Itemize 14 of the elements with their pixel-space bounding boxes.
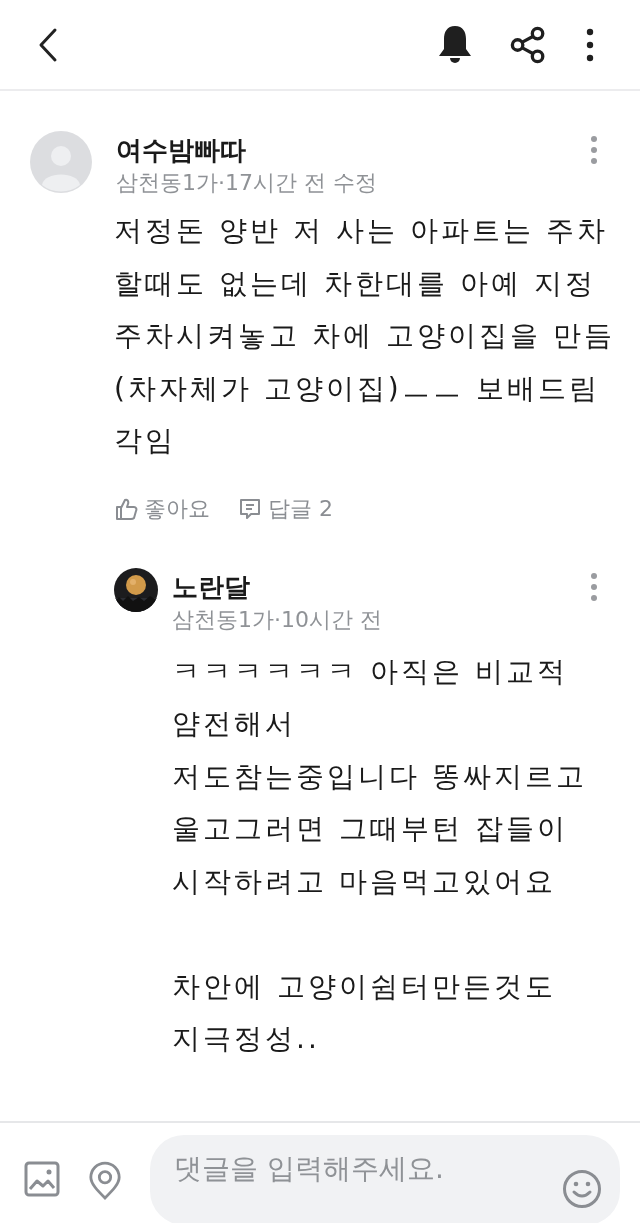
emoji-icon[interactable] bbox=[562, 1169, 602, 1209]
bell-icon[interactable] bbox=[438, 24, 472, 65]
speech-bubble-icon bbox=[238, 496, 262, 521]
image-icon[interactable] bbox=[24, 1161, 60, 1197]
comment-field[interactable]: 댓글을 입력해주세요. bbox=[150, 1135, 620, 1223]
comment-meta: 삼천동1가·17시간 전 수정 bbox=[116, 169, 377, 197]
comment-text: 저정돈 양반 저 사는 아파트는 주차할때도 없는데 차한대를 아예 지정주차시켜놓고 차에 고양이집을 만듬 (차자체가 고양이집)ㅡㅡ 보배드림각임 bbox=[114, 213, 616, 459]
more-icon[interactable] bbox=[586, 27, 594, 62]
author-name[interactable]: 여수밤빠따 bbox=[116, 133, 246, 167]
location-icon[interactable] bbox=[88, 1161, 122, 1201]
author-name[interactable]: 노란달 bbox=[172, 569, 250, 604]
thumbs-up-icon bbox=[114, 496, 138, 521]
comment-meta: 삼천동1가·10시간 전 bbox=[172, 605, 382, 634]
comment-text: ㅋㅋㅋㅋㅋㅋ 아직은 비교적 얌전해서 저도참는중입니다 똥싸지르고 울고그러면 그때부턴 잡들이시작하려고 마음먹고있어요 차안에 고양이쉼터만든것도 지극정성.. bbox=[172, 653, 588, 1057]
